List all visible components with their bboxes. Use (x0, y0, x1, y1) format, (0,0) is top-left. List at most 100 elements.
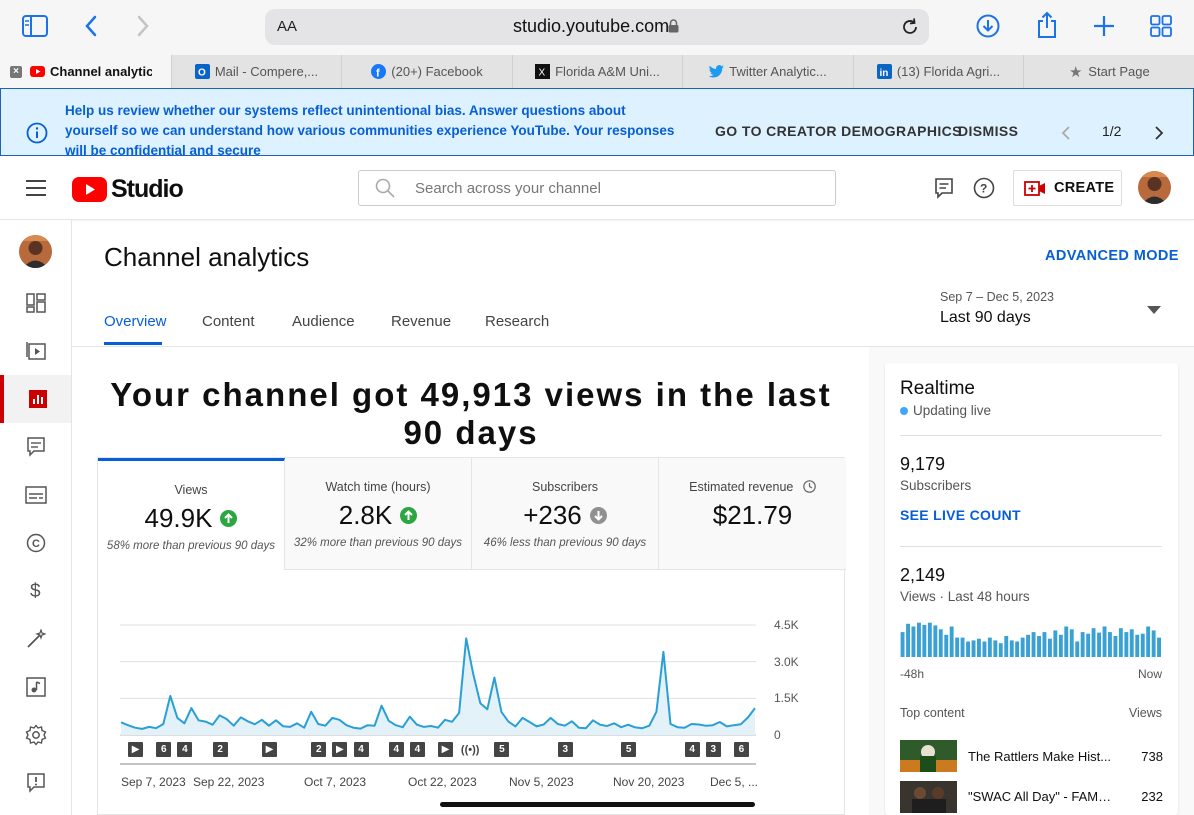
metric-card-watch-time[interactable]: Watch time (hours) 2.8K 32% more than pr… (285, 458, 472, 570)
browser-tab-start-page[interactable]: ★ Start Page (1023, 55, 1194, 88)
dropdown-arrow-icon[interactable] (1147, 306, 1161, 314)
hourly-views-bar[interactable] (1080, 632, 1085, 657)
metric-card-views[interactable]: Views 49.9K 58% more than previous 90 da… (98, 458, 285, 570)
see-live-count-button[interactable]: SEE LIVE COUNT (900, 507, 1021, 523)
hourly-views-bar[interactable] (1015, 641, 1020, 658)
chart-annotation-marker[interactable]: 4 (684, 742, 700, 757)
hourly-views-bar[interactable] (944, 634, 949, 657)
hourly-views-bar[interactable] (1140, 633, 1145, 657)
hourly-views-bar[interactable] (1108, 632, 1112, 657)
hourly-views-bar[interactable] (927, 622, 932, 657)
sidebar-toggle-icon[interactable] (22, 15, 48, 37)
browser-tab-mail[interactable]: O Mail - Compere,... (171, 55, 341, 88)
chart-annotation-marker[interactable]: 6 (156, 742, 172, 757)
tab-content[interactable]: Content (202, 313, 255, 330)
chart-annotation-marker[interactable]: 5 (621, 742, 637, 757)
hourly-views-bar[interactable] (1091, 628, 1096, 657)
sidebar-item-content[interactable] (0, 327, 71, 375)
chart-annotation-marker[interactable]: ▶ (332, 742, 348, 757)
banner-next-icon[interactable] (1154, 125, 1164, 141)
tab-overview[interactable]: Overview (104, 313, 167, 330)
top-content-title[interactable]: "SWAC All Day" - FAMU ... (968, 789, 1113, 804)
video-thumbnail[interactable] (900, 781, 957, 813)
metric-card-revenue[interactable]: Estimated revenue $21.79 (659, 458, 846, 570)
hourly-views-bar[interactable] (1004, 636, 1009, 657)
hourly-views-bar[interactable] (1086, 633, 1091, 657)
clock-icon[interactable] (803, 480, 816, 493)
hourly-views-bar[interactable] (982, 641, 987, 658)
hourly-views-bar[interactable] (949, 626, 954, 658)
hourly-views-bar[interactable] (1020, 637, 1025, 657)
hourly-views-bar[interactable] (1157, 637, 1161, 657)
chart-annotation-marker[interactable]: ▶ (128, 742, 144, 757)
chart-annotation-marker[interactable]: 3 (557, 742, 573, 757)
hourly-views-bar[interactable] (1146, 626, 1151, 658)
browser-tab-linkedin[interactable]: in (13) Florida Agri... (853, 55, 1023, 88)
hourly-views-bar[interactable] (1151, 630, 1156, 657)
hourly-views-bar[interactable] (1102, 626, 1107, 658)
create-button[interactable]: CREATE (1013, 170, 1122, 206)
date-range-selector[interactable]: Sep 7 – Dec 5, 2023 Last 90 days (940, 290, 1054, 327)
chart-annotation-marker[interactable]: 3 (705, 742, 721, 757)
hourly-views-bar[interactable] (1009, 640, 1014, 657)
chart-annotation-marker[interactable]: 5 (494, 742, 510, 757)
hourly-views-bar[interactable] (938, 629, 943, 657)
hourly-views-bar[interactable] (1037, 636, 1041, 657)
forward-icon[interactable] (136, 15, 150, 37)
share-icon[interactable] (1036, 11, 1058, 39)
chart-annotation-marker[interactable]: 4 (353, 742, 369, 757)
channel-avatar[interactable] (19, 235, 52, 268)
feedback-message-icon[interactable] (934, 177, 954, 199)
hourly-views-bar[interactable] (1048, 638, 1052, 657)
hourly-views-bar[interactable] (966, 641, 970, 658)
studio-logo[interactable]: Studio (72, 175, 184, 204)
hourly-views-bar[interactable] (1069, 629, 1074, 657)
sidebar-item-feedback[interactable] (0, 759, 71, 807)
banner-prev-icon[interactable] (1061, 125, 1071, 141)
tab-research[interactable]: Research (485, 313, 549, 330)
hourly-views-bar[interactable] (906, 623, 910, 657)
sidebar-item-analytics[interactable] (0, 375, 71, 423)
tab-overview-icon[interactable] (1150, 15, 1172, 37)
sidebar-item-copyright[interactable]: C (0, 519, 71, 567)
hourly-views-bar[interactable] (1118, 628, 1123, 657)
hourly-views-bar[interactable] (1064, 626, 1069, 658)
account-avatar[interactable] (1138, 171, 1171, 204)
chart-annotation-marker[interactable]: 2 (311, 742, 327, 757)
hourly-views-bar[interactable] (1042, 632, 1047, 657)
sidebar-item-settings[interactable] (0, 711, 71, 759)
chart-annotation-marker[interactable]: 2 (212, 742, 228, 757)
hourly-views-bar[interactable] (922, 624, 927, 657)
chart-annotation-marker[interactable]: 4 (388, 742, 404, 757)
browser-tab-channel-analytics[interactable]: × Channel analytics (0, 55, 171, 88)
text-size-button[interactable]: AA (277, 18, 297, 35)
advanced-mode-button[interactable]: ADVANCED MODE (1045, 248, 1179, 264)
hourly-views-bar[interactable] (1031, 632, 1036, 657)
hourly-views-bar[interactable] (977, 638, 981, 657)
address-bar[interactable]: AA studio.youtube.com (265, 9, 929, 45)
sidebar-item-audio-library[interactable] (0, 663, 71, 711)
video-thumbnail[interactable] (900, 740, 957, 772)
sidebar-item-comments[interactable] (0, 423, 71, 471)
hourly-views-bar[interactable] (998, 643, 1003, 657)
sidebar-item-dashboard[interactable] (0, 279, 71, 327)
sidebar-item-subtitles[interactable] (0, 471, 71, 519)
dismiss-button[interactable]: DISMISS (958, 123, 1018, 139)
hourly-views-bar[interactable] (960, 637, 965, 657)
hourly-views-bar[interactable] (1075, 641, 1080, 658)
menu-icon[interactable] (26, 180, 46, 196)
metric-card-subscribers[interactable]: Subscribers +236 46% less than previous … (472, 458, 659, 570)
hourly-views-bar[interactable] (987, 637, 992, 657)
realtime-bar-chart[interactable] (900, 621, 1162, 657)
sidebar-item-earn[interactable]: $ (0, 567, 71, 615)
search-input[interactable]: Search across your channel (358, 170, 836, 206)
browser-tab-famu[interactable]: X Florida A&M Uni... (512, 55, 682, 88)
hourly-views-bar[interactable] (1124, 632, 1129, 657)
hourly-views-bar[interactable] (1097, 632, 1101, 657)
browser-tab-facebook[interactable]: f (20+) Facebook (341, 55, 512, 88)
hourly-views-bar[interactable] (1135, 634, 1140, 657)
close-tab-icon[interactable]: × (10, 65, 22, 78)
hourly-views-bar[interactable] (971, 640, 976, 657)
chart-annotation-marker[interactable]: 4 (409, 742, 425, 757)
hourly-views-bar[interactable] (1113, 636, 1118, 657)
